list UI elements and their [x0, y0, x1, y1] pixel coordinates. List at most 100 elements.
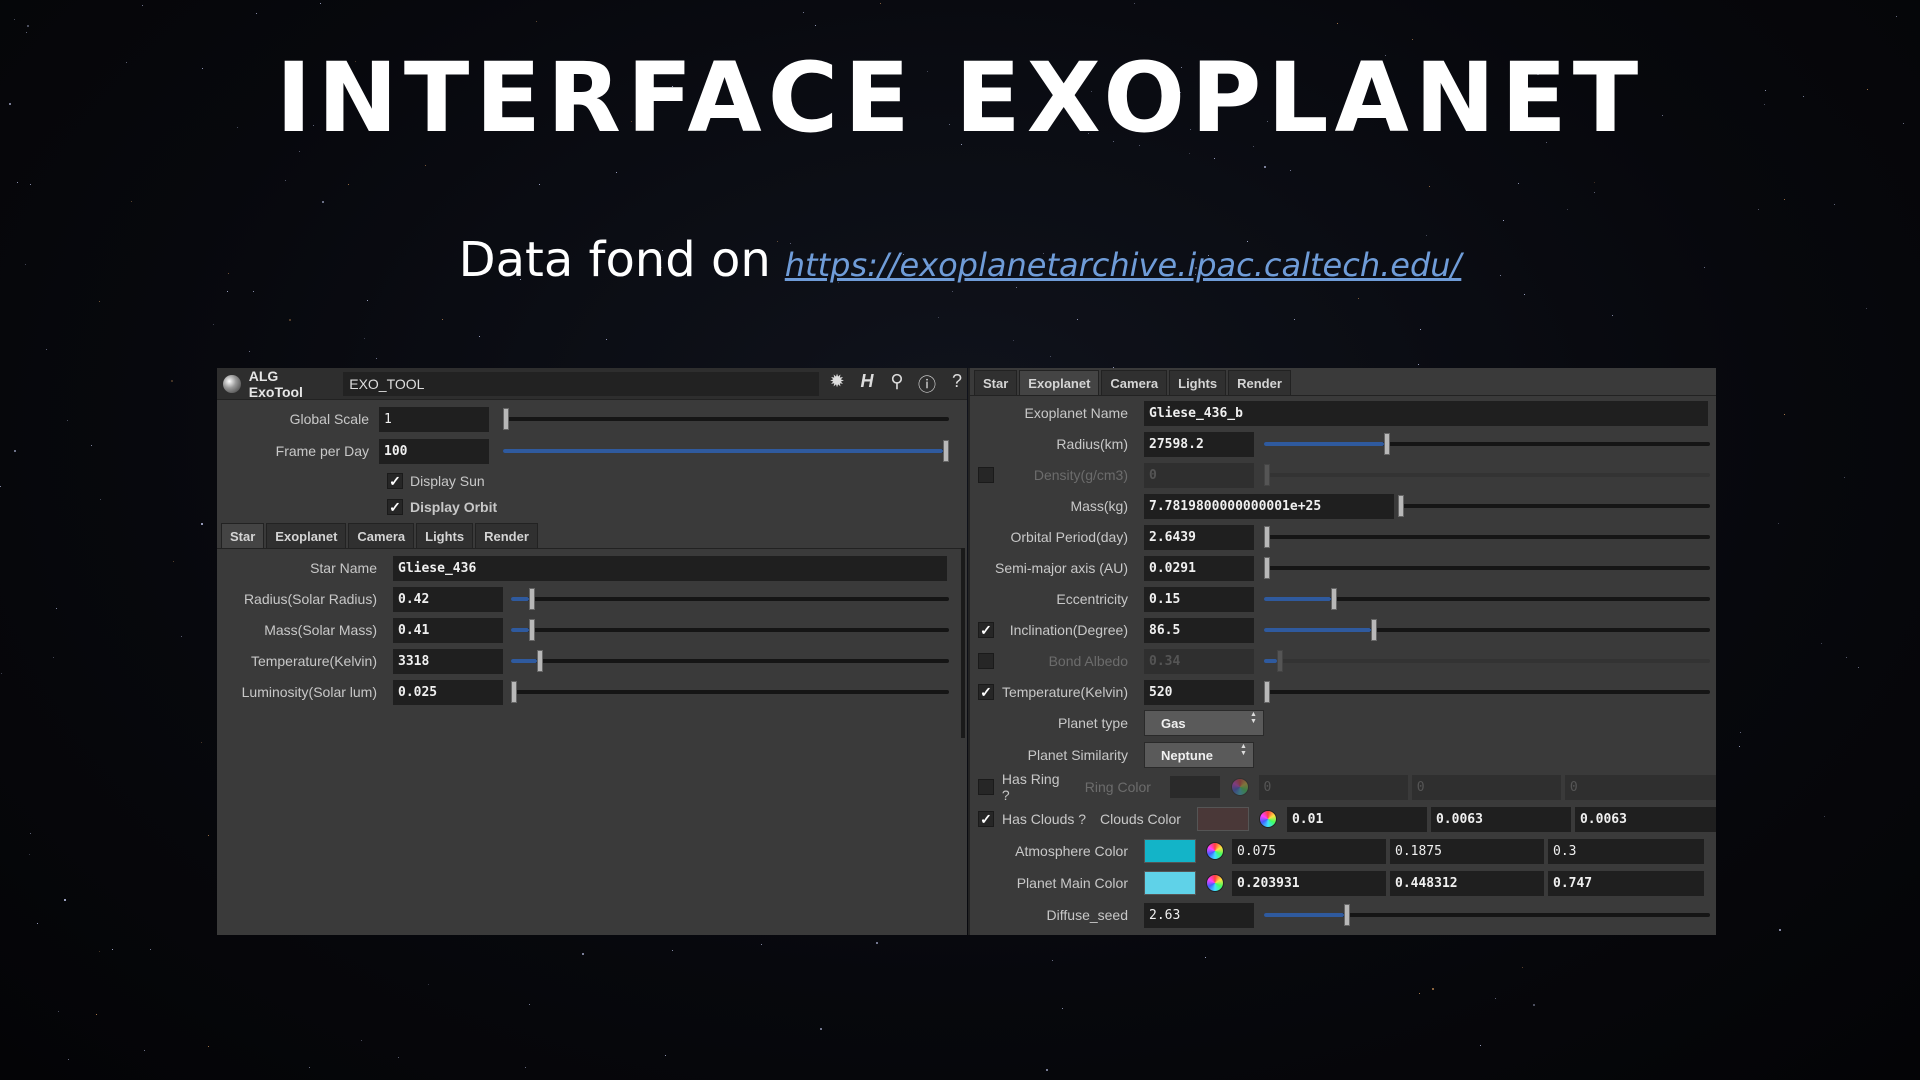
display-sun-checkbox[interactable]: ✓ [387, 473, 403, 489]
planet-param-field[interactable]: 86.5 [1144, 617, 1254, 643]
atmosphere-color-g-field[interactable]: 0.1875 [1390, 838, 1544, 864]
star-param-slider[interactable] [511, 588, 949, 610]
frame-per-day-slider[interactable] [503, 440, 949, 462]
param-enable-checkbox[interactable]: ✓ [978, 653, 994, 669]
planet-similarity-dropdown[interactable]: Neptune [1144, 742, 1254, 768]
help-icon[interactable]: ? [947, 371, 967, 397]
diffuse-seed-field[interactable]: 2.63 [1144, 902, 1254, 928]
tab-render[interactable]: Render [475, 523, 538, 548]
slider-handle[interactable] [1264, 681, 1270, 703]
planet-param-slider[interactable] [1264, 526, 1710, 548]
star-param-slider[interactable] [511, 619, 949, 641]
planet-type-row: Planet type Gas [970, 710, 1264, 736]
param-enable-checkbox[interactable]: ✓ [978, 467, 994, 483]
slider-handle[interactable] [1264, 526, 1270, 548]
star-param-slider[interactable] [511, 650, 949, 672]
slider-handle[interactable] [537, 650, 544, 672]
planet-param-field[interactable]: 0.0291 [1144, 555, 1254, 581]
slider-handle[interactable] [1398, 495, 1404, 517]
planet-main-color-g-field[interactable]: 0.448312 [1390, 870, 1544, 896]
planet-type-dropdown[interactable]: Gas [1144, 710, 1264, 736]
panel-titlebar: ALG ExoTool EXO_TOOL ✹ H ⚲ ⓘ ? [217, 368, 967, 400]
slider-handle[interactable] [528, 588, 535, 610]
slider-handle[interactable] [528, 619, 535, 641]
tab-star[interactable]: Star [974, 370, 1018, 395]
ring-color-label: Ring Color [1084, 779, 1151, 795]
star-dot [1052, 960, 1053, 961]
planet-param-slider[interactable] [1264, 433, 1710, 455]
exoplanet-name-field[interactable]: Gliese_436_b [1144, 400, 1708, 426]
star-dot [29, 854, 30, 855]
star-param-field[interactable]: 3318 [393, 648, 503, 674]
tab-render[interactable]: Render [1228, 370, 1291, 395]
star-dot [428, 984, 429, 985]
planet-main-color-r-field[interactable]: 0.203931 [1232, 870, 1386, 896]
planet-param-slider[interactable] [1264, 557, 1710, 579]
info-icon[interactable]: ⓘ [917, 371, 937, 397]
atmosphere-color-wheel-icon[interactable] [1206, 842, 1224, 860]
search-icon[interactable]: ⚲ [887, 371, 907, 397]
global-scale-field[interactable]: 1 [379, 406, 489, 432]
star-param-field[interactable]: 0.025 [393, 679, 503, 705]
planet-param-field[interactable]: 2.6439 [1144, 524, 1254, 550]
gear-icon[interactable]: ✹ [827, 371, 847, 397]
star-param-field[interactable]: 0.41 [393, 617, 503, 643]
display-orbit-checkbox[interactable]: ✓ [387, 499, 403, 515]
param-enable-checkbox[interactable]: ✓ [978, 684, 994, 700]
planet-param-slider[interactable] [1264, 588, 1710, 610]
planet-param-field[interactable]: 520 [1144, 679, 1254, 705]
clouds-color-swatch[interactable] [1196, 807, 1249, 831]
node-name-field[interactable]: EXO_TOOL [343, 371, 819, 396]
diffuse-seed-slider[interactable] [1264, 904, 1710, 926]
clouds-color-b-field[interactable]: 0.0063 [1574, 806, 1716, 832]
clouds-color-r-field[interactable]: 0.01 [1286, 806, 1427, 832]
star-dot [1846, 657, 1847, 658]
frame-per-day-field[interactable]: 100 [379, 438, 489, 464]
slider-handle[interactable] [1371, 619, 1378, 641]
slider-handle[interactable] [511, 681, 517, 703]
star-name-field[interactable]: Gliese_436 [393, 555, 947, 581]
slider-handle[interactable] [1264, 557, 1270, 579]
has-ring-checkbox[interactable]: ✓ [978, 779, 994, 795]
data-source-link[interactable]: https://exoplanetarchive.ipac.caltech.ed… [785, 246, 1462, 284]
panel-scrollbar[interactable] [961, 548, 965, 738]
slider-handle[interactable] [1384, 433, 1391, 455]
tab-camera[interactable]: Camera [348, 523, 415, 548]
global-scale-slider[interactable] [503, 408, 949, 430]
houdini-help-icon[interactable]: H [857, 371, 877, 397]
tab-camera[interactable]: Camera [1101, 370, 1168, 395]
planet-main-color-wheel-icon[interactable] [1206, 874, 1224, 892]
star-dot [1612, 315, 1613, 316]
tab-star[interactable]: Star [221, 523, 265, 548]
tab-lights[interactable]: Lights [1169, 370, 1227, 395]
star-param-slider[interactable] [511, 681, 949, 703]
atmosphere-color-r-field[interactable]: 0.075 [1232, 838, 1386, 864]
tab-exoplanet[interactable]: Exoplanet [266, 523, 347, 548]
diffuse-seed-slider-handle[interactable] [1344, 904, 1351, 926]
has-clouds-checkbox[interactable]: ✓ [978, 811, 994, 827]
clouds-color-wheel-icon[interactable] [1258, 810, 1277, 828]
star-dot [616, 172, 617, 173]
star-param-field[interactable]: 0.42 [393, 586, 503, 612]
planet-param-slider[interactable] [1264, 681, 1710, 703]
atmosphere-color-b-field[interactable]: 0.3 [1548, 838, 1704, 864]
planet-param-field[interactable]: 0.15 [1144, 586, 1254, 612]
slider-handle[interactable] [1330, 588, 1337, 610]
global-scale-slider-handle[interactable] [503, 408, 509, 430]
planet-param-slider[interactable] [1264, 619, 1710, 641]
tab-lights[interactable]: Lights [416, 523, 474, 548]
frame-per-day-slider-handle[interactable] [943, 440, 949, 462]
planet-param-slider[interactable] [1398, 495, 1710, 517]
star-dot [1740, 732, 1741, 733]
planet-main-color-b-field[interactable]: 0.747 [1548, 870, 1704, 896]
houdini-logo-icon[interactable] [223, 374, 241, 393]
atmosphere-color-swatch[interactable] [1144, 839, 1196, 863]
planet-param-field[interactable]: 7.7819800000000001e+25 [1144, 493, 1394, 519]
planet-param-field[interactable]: 27598.2 [1144, 431, 1254, 457]
tab-exoplanet[interactable]: Exoplanet [1019, 370, 1100, 395]
star-dot [201, 523, 203, 525]
clouds-color-g-field[interactable]: 0.0063 [1430, 806, 1571, 832]
planet-main-color-swatch[interactable] [1144, 871, 1196, 895]
star-dot [606, 339, 607, 340]
param-enable-checkbox[interactable]: ✓ [978, 622, 994, 638]
